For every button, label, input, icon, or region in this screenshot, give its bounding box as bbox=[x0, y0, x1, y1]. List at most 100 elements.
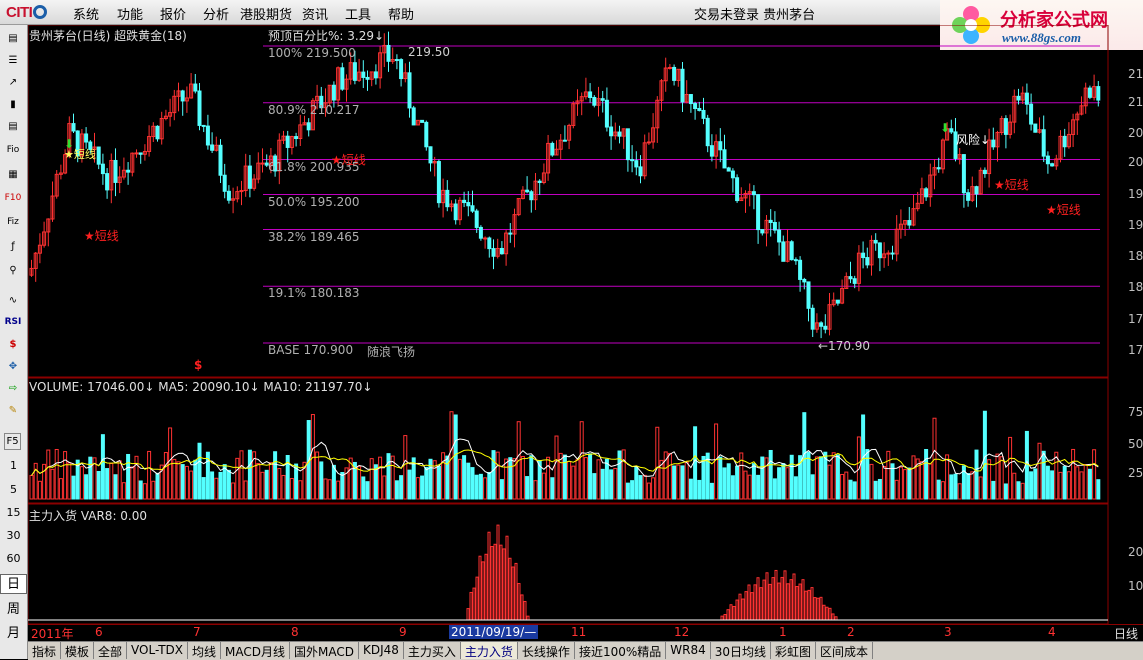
volume-bar-216 bbox=[936, 479, 941, 500]
period-15min[interactable]: 15 bbox=[0, 506, 27, 519]
volume-bar-54 bbox=[256, 463, 261, 500]
volume-bar-243 bbox=[1050, 470, 1055, 500]
candle-body-104 bbox=[466, 202, 471, 207]
volume-bar-181 bbox=[789, 454, 794, 500]
candle-body-114 bbox=[508, 232, 513, 235]
tab-range-cost[interactable]: 区间成本 bbox=[816, 642, 874, 659]
volume-bar-20 bbox=[113, 474, 118, 500]
volume-bar-112 bbox=[499, 479, 504, 500]
tab-indicator[interactable]: 指标 bbox=[28, 642, 62, 659]
menu-quote[interactable]: 报价 bbox=[160, 4, 186, 23]
move-icon[interactable]: ✥ bbox=[4, 357, 22, 375]
volume-bar-83 bbox=[378, 456, 383, 500]
toolbar-fiz[interactable]: Fiz bbox=[4, 213, 22, 231]
volume-bar-158 bbox=[693, 426, 698, 500]
candle-body-18 bbox=[105, 173, 110, 191]
menu-news[interactable]: 资讯 bbox=[302, 4, 328, 23]
tab-long-term[interactable]: 长线操作 bbox=[518, 642, 575, 659]
toolbar-rsi[interactable]: RSI bbox=[4, 313, 22, 331]
period-day[interactable]: 日 bbox=[0, 574, 27, 594]
menu-system[interactable]: 系统 bbox=[73, 4, 99, 23]
toolbar-fio[interactable]: Fio bbox=[4, 141, 22, 159]
toolbar-f10[interactable]: F10 bbox=[4, 189, 22, 207]
candle-body-61 bbox=[285, 135, 290, 148]
menu-hk-futures[interactable]: 港股期货 bbox=[240, 4, 292, 23]
menu-tools[interactable]: 工具 bbox=[345, 4, 371, 23]
candle-body-45 bbox=[218, 144, 223, 176]
exit-icon[interactable]: ⇨ bbox=[4, 379, 22, 397]
candle-body-16 bbox=[96, 146, 101, 165]
search-icon[interactable]: ⚲ bbox=[4, 261, 22, 279]
axis-sub-10: 10 bbox=[1128, 579, 1143, 593]
period-1min[interactable]: 1 bbox=[0, 459, 27, 472]
report-icon[interactable]: ▤ bbox=[4, 117, 22, 135]
sub-bar-b-31 bbox=[810, 587, 814, 621]
candle-body-134 bbox=[592, 96, 597, 106]
news-icon[interactable]: ▤ bbox=[4, 29, 22, 47]
menu-help[interactable]: 帮助 bbox=[388, 4, 414, 23]
formula-icon[interactable]: ƒ bbox=[4, 237, 22, 255]
volume-bar-28 bbox=[147, 450, 152, 500]
volume-bar-172 bbox=[751, 463, 756, 500]
chart-canvas[interactable] bbox=[28, 25, 1143, 625]
wave-icon[interactable]: ∿ bbox=[4, 291, 22, 309]
menu-function[interactable]: 功能 bbox=[117, 4, 143, 23]
sub-bar-a-2 bbox=[469, 591, 473, 621]
candle-body-10 bbox=[71, 123, 76, 132]
tab-vol-tdx[interactable]: VOL-TDX bbox=[127, 642, 188, 659]
date-axis: 2011年 6 7 8 9 2011/09/19/— 11 12 1 2 3 4… bbox=[28, 624, 1143, 641]
tab-near-100[interactable]: 接近100%精品 bbox=[575, 642, 667, 659]
sub-bar-a-19 bbox=[520, 594, 524, 621]
period-week[interactable]: 周 bbox=[0, 598, 27, 617]
volume-bar-163 bbox=[714, 423, 719, 500]
tab-main-accumulate[interactable]: 主力入货 bbox=[460, 642, 518, 659]
period-60min[interactable]: 60 bbox=[0, 552, 27, 565]
dollar-icon[interactable]: $ bbox=[4, 335, 22, 353]
sub-bar-b-33 bbox=[816, 597, 820, 621]
sub-bar-b-38 bbox=[831, 613, 835, 621]
volume-bar-5 bbox=[50, 468, 55, 500]
candle-body-183 bbox=[798, 259, 803, 280]
candle-body-137 bbox=[604, 99, 609, 128]
chart-area[interactable]: 贵州茅台(日线) 超跌黄金(18) 预顶百分比%: 3.29↓ 100% 219… bbox=[28, 25, 1143, 625]
tab-main-buy[interactable]: 主力买入 bbox=[404, 642, 461, 659]
tab-foreign-macd[interactable]: 国外MACD bbox=[290, 642, 359, 659]
volume-bar-162 bbox=[709, 482, 714, 500]
candle-body-136 bbox=[600, 98, 605, 101]
period-month[interactable]: 月 bbox=[0, 622, 27, 641]
sub-bar-b-16 bbox=[765, 572, 769, 621]
tab-30d-ma[interactable]: 30日均线 bbox=[711, 642, 772, 659]
axis-main-7: 18 bbox=[1128, 249, 1143, 263]
volume-bar-8 bbox=[63, 451, 68, 500]
tab-rainbow[interactable]: 彩虹图 bbox=[771, 642, 817, 659]
login-status-text: 交易未登录 bbox=[694, 8, 760, 23]
pencil-icon[interactable]: ✎ bbox=[4, 401, 22, 419]
sub-bar-b-12 bbox=[753, 584, 757, 621]
grid-icon[interactable]: ▦ bbox=[4, 165, 22, 183]
tab-template[interactable]: 模板 bbox=[61, 642, 95, 659]
sub-bar-b-14 bbox=[759, 587, 763, 621]
date-cursor[interactable]: 2011/09/19/— bbox=[449, 625, 539, 639]
sub-bar-a-13 bbox=[502, 548, 506, 621]
tab-kdj48[interactable]: KDJ48 bbox=[359, 642, 404, 659]
kline-icon[interactable]: ▮ bbox=[4, 95, 22, 113]
toolbar-f5[interactable]: F5 bbox=[4, 433, 21, 450]
volume-bar-132 bbox=[583, 457, 588, 500]
tab-wr84[interactable]: WR84 bbox=[666, 642, 711, 659]
tab-ma[interactable]: 均线 bbox=[188, 642, 221, 659]
period-30min[interactable]: 30 bbox=[0, 529, 27, 542]
candle-body-162 bbox=[709, 145, 714, 157]
volume-bar-34 bbox=[172, 458, 177, 500]
tab-macd-month[interactable]: MACD月线 bbox=[221, 642, 290, 659]
volume-bar-253 bbox=[1092, 449, 1097, 500]
period-5min[interactable]: 5 bbox=[0, 483, 27, 496]
list-icon[interactable]: ☰ bbox=[4, 51, 22, 69]
short-signal-3: ★短线 bbox=[994, 178, 1029, 192]
volume-bar-135 bbox=[596, 459, 601, 500]
volume-bar-17 bbox=[100, 434, 105, 500]
menu-analysis[interactable]: 分析 bbox=[203, 4, 229, 23]
line-chart-icon[interactable]: ↗ bbox=[4, 73, 22, 91]
candle-body-181 bbox=[789, 241, 794, 261]
candle-body-186 bbox=[810, 307, 815, 330]
tab-all[interactable]: 全部 bbox=[94, 642, 128, 659]
